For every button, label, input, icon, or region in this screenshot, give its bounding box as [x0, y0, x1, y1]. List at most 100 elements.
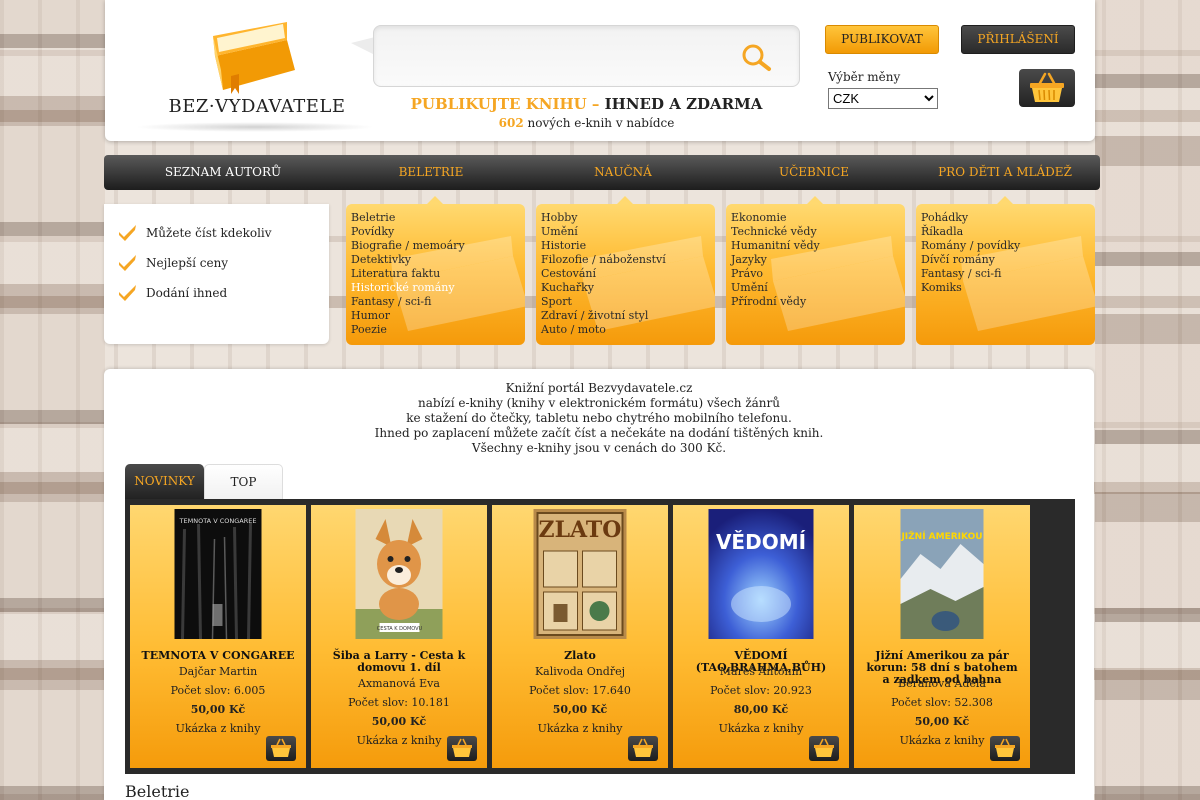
basket-icon	[452, 738, 472, 757]
background-shelves-left	[0, 0, 105, 800]
category-link[interactable]: Fantasy / sci-fi	[921, 267, 1020, 281]
book-card[interactable]: JIŽNÍ AMERIKOU Jižní Amerikou za pár kor…	[854, 505, 1030, 768]
category-link[interactable]: Filozofie / náboženství	[541, 253, 666, 267]
new-count-text: nových e-knih v nabídce	[523, 116, 675, 130]
category-link[interactable]: Právo	[731, 267, 820, 281]
background-shelves-right	[1095, 0, 1200, 800]
site-logo[interactable]: BEZ·VYDAVATELE	[135, 12, 375, 132]
intro-line: Všechny e-knihy jsou v cenách do 300 Kč.	[471, 441, 727, 455]
book-card[interactable]: TEMNOTA V CONGAREE TEMNOTA V CONGAREE Da…	[130, 505, 306, 768]
book-cover-image[interactable]: CESTA K DOMOVU	[355, 509, 443, 639]
add-to-cart-button[interactable]	[628, 736, 658, 761]
category-link[interactable]: Umění	[541, 225, 666, 239]
add-to-cart-button[interactable]	[809, 736, 839, 761]
category-link[interactable]: Romány / povídky	[921, 239, 1020, 253]
book-cover-image[interactable]: JIŽNÍ AMERIKOU	[900, 509, 984, 639]
category-link[interactable]: Kuchařky	[541, 281, 666, 295]
category-link[interactable]: Sport	[541, 295, 666, 309]
panel-pointer	[997, 196, 1013, 204]
book-author[interactable]: Mareš Antonín	[681, 665, 841, 678]
category-panel-textbooks: Ekonomie Technické vědy Humanitní vědy J…	[726, 204, 905, 345]
search-icon[interactable]	[740, 42, 772, 74]
book-cover-image[interactable]: TEMNOTA V CONGAREE	[174, 509, 262, 639]
add-to-cart-button[interactable]	[266, 736, 296, 761]
category-panel-nonfiction: Hobby Umění Historie Filozofie / nábožen…	[536, 204, 715, 345]
basket-icon	[1030, 72, 1064, 102]
category-link[interactable]: Říkadla	[921, 225, 1020, 239]
book-sample-link[interactable]: Ukázka z knihy	[138, 722, 298, 735]
login-button[interactable]: PŘIHLÁŠENÍ	[961, 25, 1075, 54]
tab-novinky[interactable]: NOVINKY	[125, 464, 204, 499]
intro-line: Knižní portál Bezvydavatele.cz	[505, 381, 693, 395]
category-link[interactable]: Přírodní vědy	[731, 295, 820, 309]
feature-label: Nejlepší ceny	[146, 256, 229, 270]
currency-label: Výběr měny	[828, 70, 901, 84]
feature-item: Dodání ihned	[118, 284, 227, 302]
cover-title: JIŽNÍ AMERIKOU	[901, 530, 983, 542]
book-word-count: Počet slov: 10.181	[348, 696, 450, 709]
book-title[interactable]: Zlato	[500, 650, 660, 662]
nav-item-textbooks[interactable]: UČEBNICE	[719, 155, 909, 190]
cart-button[interactable]	[1019, 69, 1075, 107]
panel-pointer	[617, 196, 633, 204]
checkmark-icon	[119, 255, 136, 271]
category-link[interactable]: Cestování	[541, 267, 666, 281]
panel-pointer	[427, 196, 443, 204]
category-link[interactable]: Historie	[541, 239, 666, 253]
book-logo-icon	[213, 22, 295, 94]
category-link[interactable]: Humanitní vědy	[731, 239, 820, 253]
publish-button[interactable]: PUBLIKOVAT	[825, 25, 939, 54]
book-card[interactable]: ZLATO Zlato Kalivoda Ondřej Počet slov: …	[492, 505, 668, 768]
cover-title: CESTA K DOMOVU	[377, 626, 423, 632]
category-link[interactable]: Komiks	[921, 281, 1020, 295]
category-link[interactable]: Literatura faktu	[351, 267, 465, 281]
nav-item-fiction[interactable]: BELETRIE	[336, 155, 526, 190]
header: BEZ·VYDAVATELE PUBLIKUJTE KNIHU – IHNED …	[105, 0, 1095, 141]
category-link[interactable]: Technické vědy	[731, 225, 820, 239]
book-author[interactable]: Axmanová Eva	[319, 677, 479, 690]
add-to-cart-button[interactable]	[990, 736, 1020, 761]
book-sample-link[interactable]: Ukázka z knihy	[681, 722, 841, 735]
category-link[interactable]: Umění	[731, 281, 820, 295]
category-link[interactable]: Dívčí romány	[921, 253, 1020, 267]
book-price: 50,00 Kč	[371, 715, 427, 728]
tab-top[interactable]: TOP	[204, 464, 283, 499]
book-cover-image[interactable]: ZLATO	[533, 509, 627, 639]
book-price: 50,00 Kč	[914, 715, 970, 728]
checkmark-icon	[119, 225, 136, 241]
category-link[interactable]: Humor	[351, 309, 465, 323]
nav-item-authors[interactable]: SEZNAM AUTORŮ	[128, 155, 318, 190]
category-link[interactable]: Fantasy / sci-fi	[351, 295, 465, 309]
book-author[interactable]: Kalivoda Ondřej	[500, 665, 660, 678]
category-link[interactable]: Biografie / memoáry	[351, 239, 465, 253]
category-link[interactable]: Jazyky	[731, 253, 820, 267]
category-link[interactable]: Poezie	[351, 323, 465, 337]
basket-icon	[633, 738, 653, 757]
book-title[interactable]: TEMNOTA V CONGAREE	[138, 650, 298, 662]
book-title[interactable]: Šiba a Larry - Cesta k domovu 1. díl	[319, 650, 479, 674]
category-link[interactable]: Ekonomie	[731, 211, 820, 225]
category-link[interactable]: Zdraví / životní styl	[541, 309, 666, 323]
category-link[interactable]: Beletrie	[351, 211, 465, 225]
book-sample-link[interactable]: Ukázka z knihy	[500, 722, 660, 735]
book-author[interactable]: Dajčar Martin	[138, 665, 298, 678]
nav-item-nonfiction[interactable]: NAUČNÁ	[528, 155, 718, 190]
book-card[interactable]: CESTA K DOMOVU Šiba a Larry - Cesta k do…	[311, 505, 487, 768]
book-card[interactable]: VĚDOMÍ VĚDOMÍ (TAO,BRAHMA,BŮH) Mareš Ant…	[673, 505, 849, 768]
intro-line: nabízí e-knihy (knihy v elektronickém fo…	[417, 396, 781, 410]
books-carousel: TEMNOTA V CONGAREE TEMNOTA V CONGAREE Da…	[125, 499, 1075, 774]
currency-select[interactable]: CZK	[828, 88, 938, 109]
add-to-cart-button[interactable]	[447, 736, 477, 761]
search-input[interactable]	[386, 36, 726, 76]
book-cover-image[interactable]: VĚDOMÍ	[708, 509, 814, 639]
category-link[interactable]: Auto / moto	[541, 323, 666, 337]
category-link[interactable]: Hobby	[541, 211, 666, 225]
category-link-highlighted[interactable]: Historické romány	[351, 281, 465, 295]
book-word-count: Počet slov: 17.640	[529, 684, 631, 697]
category-link[interactable]: Povídky	[351, 225, 465, 239]
book-word-count: Počet slov: 20.923	[710, 684, 812, 697]
category-link[interactable]: Pohádky	[921, 211, 1020, 225]
category-link[interactable]: Detektivky	[351, 253, 465, 267]
nav-item-kids[interactable]: PRO DĚTI A MLÁDEŽ	[910, 155, 1100, 190]
book-author[interactable]: Beranová Adéla	[862, 677, 1022, 690]
